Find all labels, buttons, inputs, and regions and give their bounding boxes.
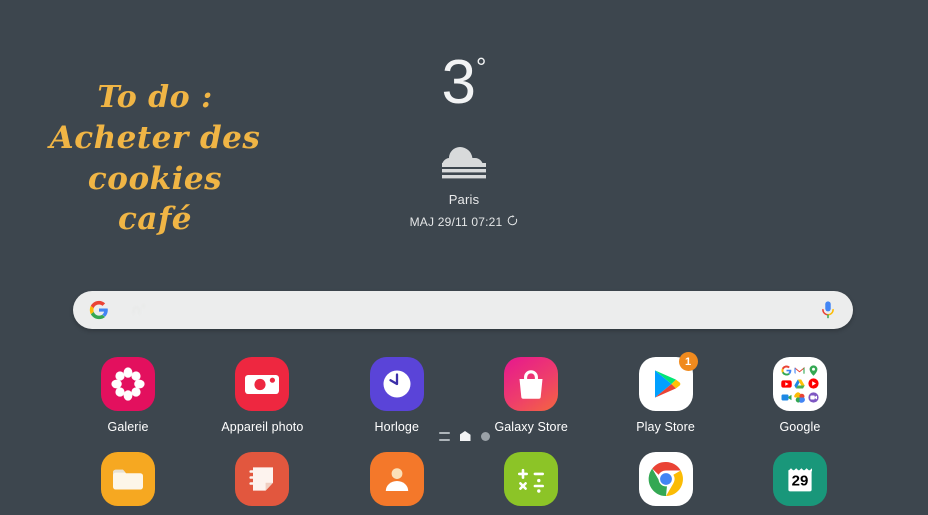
google-search-bar[interactable]: ∩’ [73,291,853,329]
to-do-line-3: cookies [87,160,223,197]
notes-icon[interactable] [235,452,290,506]
app-galerie[interactable]: Galerie [73,357,183,434]
app-calculator[interactable] [476,452,586,515]
weather-widget[interactable]: 3° Paris MAJ 29/11 07:21 [364,52,564,229]
gallery-icon[interactable] [101,357,155,411]
app-play-store[interactable]: 1 Play Store [611,352,721,434]
app-row-1: Galerie Appareil photo Horloge Galaxy St… [73,352,855,434]
to-do-sticker: To do : Acheter des cookies café [30,78,280,240]
to-do-line-2: Acheter des [49,119,261,156]
galaxy-store-icon[interactable] [504,357,559,411]
photos-mini-icon [794,391,806,403]
app-calendar[interactable]: 29 [745,452,855,515]
chrome-icon[interactable] [638,452,693,506]
drive-mini-icon [794,378,806,389]
to-do-line-4: café [117,201,193,238]
app-list-icon[interactable] [438,431,450,441]
app-folder-google[interactable]: Google [745,357,855,434]
calendar-icon[interactable]: 29 [772,452,827,506]
home-page-icon[interactable] [459,431,471,441]
meet-mini-icon [781,392,792,403]
page-dot[interactable] [480,431,490,441]
app-appareil-photo[interactable]: Appareil photo [207,357,317,434]
notification-badge: 1 [678,352,698,371]
google-search-mini-icon [781,365,792,376]
camera-icon[interactable] [235,357,290,411]
calendar-day: 29 [792,472,809,489]
weather-temperature: 3° [442,52,487,114]
gmail-mini-icon [794,365,805,376]
duo-mini-icon [808,392,819,403]
maps-mini-icon [808,365,819,376]
my-files-icon[interactable] [101,452,155,506]
app-chrome[interactable] [611,452,721,515]
fog-cloud-icon [364,132,564,180]
google-mic-icon[interactable] [819,300,837,320]
contacts-icon[interactable] [369,452,424,506]
temperature-value: 3 [441,48,477,117]
app-row-2: 29 [73,452,855,515]
youtube-mini-icon [781,378,792,389]
youtube-music-mini-icon [808,378,819,390]
weather-updated-row: MAJ 29/11 07:21 [364,215,564,229]
search-ghost-text: ∩’ [131,301,146,319]
app-contacts[interactable] [342,452,452,515]
google-g-icon [89,300,109,320]
page-indicator [0,431,928,441]
search-input[interactable]: ∩’ [131,291,819,329]
clock-icon[interactable] [369,357,424,411]
app-galaxy-store[interactable]: Galaxy Store [476,357,586,434]
degree-symbol: ° [476,52,487,82]
app-horloge[interactable]: Horloge [342,357,452,434]
calculator-icon[interactable] [504,452,559,506]
app-my-files[interactable] [73,452,183,515]
google-folder-icon[interactable] [772,357,827,411]
refresh-icon[interactable] [507,215,518,229]
folder-mini-grid [779,363,821,405]
to-do-line-1: To do : [97,80,213,115]
home-screen: To do : Acheter des cookies café 3° Pari… [0,0,928,507]
weather-updated-text: MAJ 29/11 07:21 [409,215,503,229]
app-notes[interactable] [207,452,317,515]
weather-city: Paris [448,192,480,207]
